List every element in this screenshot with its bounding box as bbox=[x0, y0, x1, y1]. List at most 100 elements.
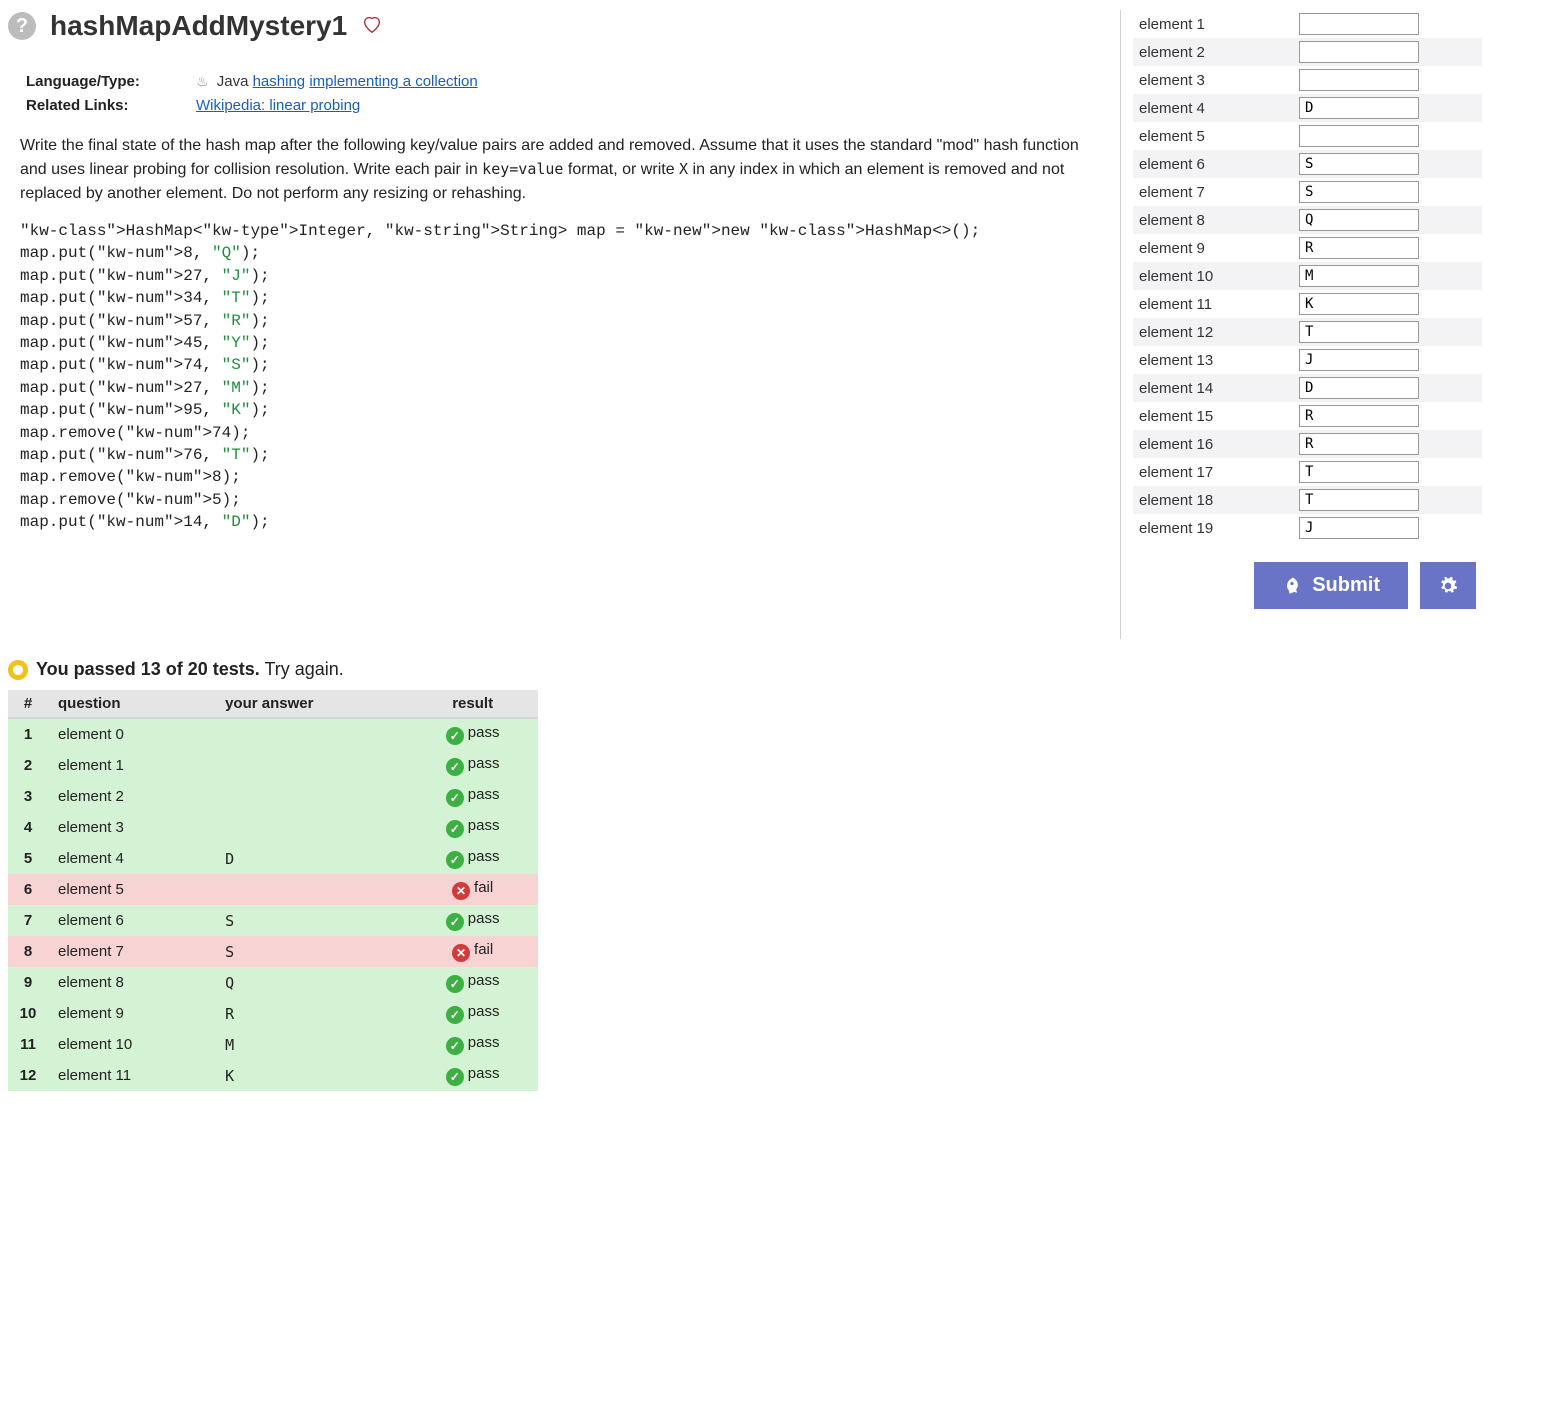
meta-language-value: Java bbox=[217, 73, 249, 90]
result-status: ✓pass bbox=[407, 998, 538, 1029]
results-table: # question your answer result 1element 0… bbox=[8, 690, 538, 1091]
result-status: ✕fail bbox=[407, 936, 538, 967]
answer-row: element 13 bbox=[1133, 346, 1482, 374]
result-row: 1element 0✓pass bbox=[8, 718, 538, 750]
answer-input[interactable] bbox=[1299, 293, 1419, 315]
result-question: element 11 bbox=[48, 1060, 215, 1091]
answer-input[interactable] bbox=[1299, 489, 1419, 511]
result-row: 2element 1 ✓pass bbox=[8, 750, 538, 781]
check-icon: ✓ bbox=[446, 820, 464, 838]
col-question: question bbox=[48, 690, 215, 718]
result-row: 10element 9R✓pass bbox=[8, 998, 538, 1029]
tag-link[interactable]: hashing bbox=[253, 73, 306, 90]
tag-link[interactable]: implementing a collection bbox=[309, 73, 477, 90]
answer-label: element 3 bbox=[1139, 72, 1299, 89]
result-answer bbox=[215, 874, 407, 905]
answer-label: element 14 bbox=[1139, 380, 1299, 397]
answer-row: element 12 bbox=[1133, 318, 1482, 346]
answer-input[interactable] bbox=[1299, 209, 1419, 231]
answer-input[interactable] bbox=[1299, 181, 1419, 203]
result-question: element 9 bbox=[48, 998, 215, 1029]
answer-row: element 16 bbox=[1133, 430, 1482, 458]
result-status: ✓pass bbox=[407, 1029, 538, 1060]
answer-input[interactable] bbox=[1299, 237, 1419, 259]
check-icon: ✓ bbox=[446, 975, 464, 993]
answer-input[interactable] bbox=[1299, 517, 1419, 539]
result-row: 11element 10M✓pass bbox=[8, 1029, 538, 1060]
answer-row: element 6 bbox=[1133, 150, 1482, 178]
result-row: 5element 4D✓pass bbox=[8, 843, 538, 874]
answer-label: element 6 bbox=[1139, 156, 1299, 173]
result-question: element 10 bbox=[48, 1029, 215, 1060]
result-status: ✓pass bbox=[407, 750, 538, 781]
answer-row: element 17 bbox=[1133, 458, 1482, 486]
answer-label: element 16 bbox=[1139, 436, 1299, 453]
answer-label: element 8 bbox=[1139, 212, 1299, 229]
answer-label: element 12 bbox=[1139, 324, 1299, 341]
result-row: 3element 2✓pass bbox=[8, 781, 538, 812]
answer-input[interactable] bbox=[1299, 41, 1419, 63]
answer-input[interactable] bbox=[1299, 125, 1419, 147]
answer-input[interactable] bbox=[1299, 321, 1419, 343]
answer-row: element 4 bbox=[1133, 94, 1482, 122]
result-answer: S bbox=[215, 936, 407, 967]
result-status: ✓pass bbox=[407, 843, 538, 874]
answer-input[interactable] bbox=[1299, 377, 1419, 399]
result-num: 10 bbox=[8, 998, 48, 1029]
result-status: ✓pass bbox=[407, 967, 538, 998]
col-answer: your answer bbox=[215, 690, 407, 718]
col-result: result bbox=[407, 690, 538, 718]
answer-row: element 9 bbox=[1133, 234, 1482, 262]
answer-input[interactable] bbox=[1299, 69, 1419, 91]
answer-input[interactable] bbox=[1299, 433, 1419, 455]
answer-input[interactable] bbox=[1299, 265, 1419, 287]
answer-input[interactable] bbox=[1299, 153, 1419, 175]
col-num: # bbox=[8, 690, 48, 718]
results-panel: You passed 13 of 20 tests. Try again. # … bbox=[8, 659, 538, 1091]
answer-input[interactable] bbox=[1299, 13, 1419, 35]
settings-button[interactable] bbox=[1420, 562, 1476, 609]
result-answer bbox=[215, 812, 407, 843]
related-link[interactable]: Wikipedia: linear probing bbox=[196, 97, 360, 114]
rocket-icon bbox=[1282, 576, 1302, 596]
answer-row: element 7 bbox=[1133, 178, 1482, 206]
check-icon: ✓ bbox=[446, 758, 464, 776]
favorite-button[interactable] bbox=[361, 13, 383, 39]
result-num: 3 bbox=[8, 781, 48, 812]
answer-label: element 4 bbox=[1139, 100, 1299, 117]
answer-input[interactable] bbox=[1299, 405, 1419, 427]
result-status: ✓pass bbox=[407, 812, 538, 843]
check-icon: ✓ bbox=[446, 1037, 464, 1055]
result-question: element 7 bbox=[48, 936, 215, 967]
answer-label: element 15 bbox=[1139, 408, 1299, 425]
answer-input[interactable] bbox=[1299, 461, 1419, 483]
answer-row: element 10 bbox=[1133, 262, 1482, 290]
result-num: 7 bbox=[8, 905, 48, 936]
submit-button[interactable]: Submit bbox=[1254, 562, 1408, 609]
submit-label: Submit bbox=[1312, 574, 1380, 597]
result-question: element 6 bbox=[48, 905, 215, 936]
answer-row: element 1 bbox=[1133, 10, 1482, 38]
result-num: 2 bbox=[8, 750, 48, 781]
meta-block: Language/Type: ♨ Java hashing implementi… bbox=[26, 70, 1096, 118]
answer-label: element 5 bbox=[1139, 128, 1299, 145]
answer-input[interactable] bbox=[1299, 97, 1419, 119]
answer-panel: element 1element 2element 3element 4elem… bbox=[1120, 10, 1490, 639]
answer-row: element 15 bbox=[1133, 402, 1482, 430]
result-answer: Q bbox=[215, 967, 407, 998]
answer-label: element 13 bbox=[1139, 352, 1299, 369]
question-icon: ? bbox=[8, 12, 36, 40]
answer-input[interactable] bbox=[1299, 349, 1419, 371]
result-num: 6 bbox=[8, 874, 48, 905]
answer-row: element 3 bbox=[1133, 66, 1482, 94]
result-num: 12 bbox=[8, 1060, 48, 1091]
answer-row: element 5 bbox=[1133, 122, 1482, 150]
result-question: element 1 bbox=[48, 750, 215, 781]
result-num: 1 bbox=[8, 718, 48, 750]
result-status: ✓pass bbox=[407, 1060, 538, 1091]
x-icon: ✕ bbox=[452, 944, 470, 962]
result-answer: K bbox=[215, 1060, 407, 1091]
result-question: element 4 bbox=[48, 843, 215, 874]
result-row: 8element 7S✕fail bbox=[8, 936, 538, 967]
result-question: element 5 bbox=[48, 874, 215, 905]
